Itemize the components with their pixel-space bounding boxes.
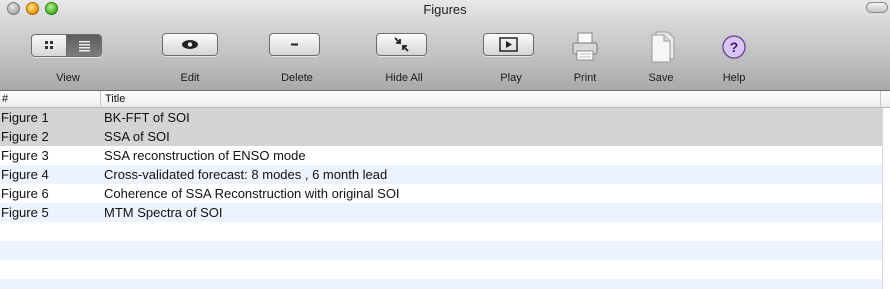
documents-icon — [651, 31, 675, 63]
empty-row — [0, 241, 882, 260]
window-title: Figures — [423, 2, 467, 17]
help-icon: ? — [722, 35, 746, 59]
svg-text:?: ? — [730, 39, 739, 55]
save-button[interactable] — [646, 29, 678, 70]
table-row[interactable]: Figure 5 MTM Spectra of SOI — [0, 203, 882, 222]
eye-icon — [182, 40, 198, 49]
print-label: Print — [573, 72, 597, 84]
help-label: Help — [722, 72, 746, 84]
figure-number: Figure 5 — [1, 205, 49, 220]
figure-number: Figure 3 — [1, 148, 49, 163]
figures-window: Figures View Edit Delete Hide All Play P… — [0, 0, 890, 289]
delete-button[interactable] — [269, 33, 320, 56]
hide-all-label: Hide All — [385, 72, 423, 84]
table-row[interactable]: Figure 2 SSA of SOI — [0, 127, 882, 146]
figure-title: Cross-validated forecast: 8 modes , 6 mo… — [104, 167, 388, 182]
list-icon — [79, 41, 90, 52]
play-label: Play — [500, 72, 522, 84]
column-divider[interactable] — [100, 91, 101, 108]
delete-label: Delete — [281, 72, 313, 84]
empty-row — [0, 222, 882, 241]
view-grid-button[interactable] — [32, 35, 67, 56]
figure-title: SSA reconstruction of ENSO mode — [104, 148, 306, 163]
vertical-scrollbar[interactable] — [882, 108, 890, 289]
figure-title: Coherence of SSA Reconstruction with ori… — [104, 186, 400, 201]
empty-row — [0, 260, 882, 279]
print-button[interactable] — [570, 31, 600, 68]
figure-number: Figure 2 — [1, 129, 49, 144]
table-header: # Title — [0, 91, 890, 108]
minus-icon — [291, 43, 298, 46]
column-header-number[interactable]: # — [2, 93, 8, 105]
table-row[interactable]: Figure 4 Cross-validated forecast: 8 mod… — [0, 165, 882, 184]
help-button[interactable]: ? — [721, 34, 747, 65]
figure-number: Figure 6 — [1, 186, 49, 201]
table-row[interactable]: Figure 1 BK-FFT of SOI — [0, 108, 882, 127]
figure-title: MTM Spectra of SOI — [104, 205, 223, 220]
view-list-button[interactable] — [67, 35, 101, 56]
empty-row — [0, 279, 882, 289]
edit-label: Edit — [180, 72, 200, 84]
figure-title: SSA of SOI — [104, 129, 170, 144]
table-row[interactable]: Figure 6 Coherence of SSA Reconstruction… — [0, 184, 882, 203]
play-icon — [499, 37, 518, 52]
toolbar: Figures View Edit Delete Hide All Play P… — [0, 0, 890, 91]
view-label: View — [56, 72, 80, 84]
collapse-arrows-icon — [394, 37, 409, 52]
figure-title: BK-FFT of SOI — [104, 110, 190, 125]
play-button[interactable] — [483, 33, 534, 56]
edit-button[interactable] — [162, 33, 218, 56]
figure-number: Figure 1 — [1, 110, 49, 125]
hide-all-button[interactable] — [376, 33, 427, 56]
printer-icon — [572, 32, 598, 61]
grid-icon — [45, 41, 53, 49]
toolbar-toggle-button[interactable] — [866, 2, 888, 13]
column-header-title[interactable]: Title — [105, 93, 125, 105]
view-segmented-control — [31, 34, 102, 57]
save-label: Save — [648, 72, 674, 84]
table-row[interactable]: Figure 3 SSA reconstruction of ENSO mode — [0, 146, 882, 165]
figure-number: Figure 4 — [1, 167, 49, 182]
figures-table: # Title Figure 1 BK-FFT of SOI Figure 2 … — [0, 91, 890, 289]
column-divider — [880, 91, 881, 108]
